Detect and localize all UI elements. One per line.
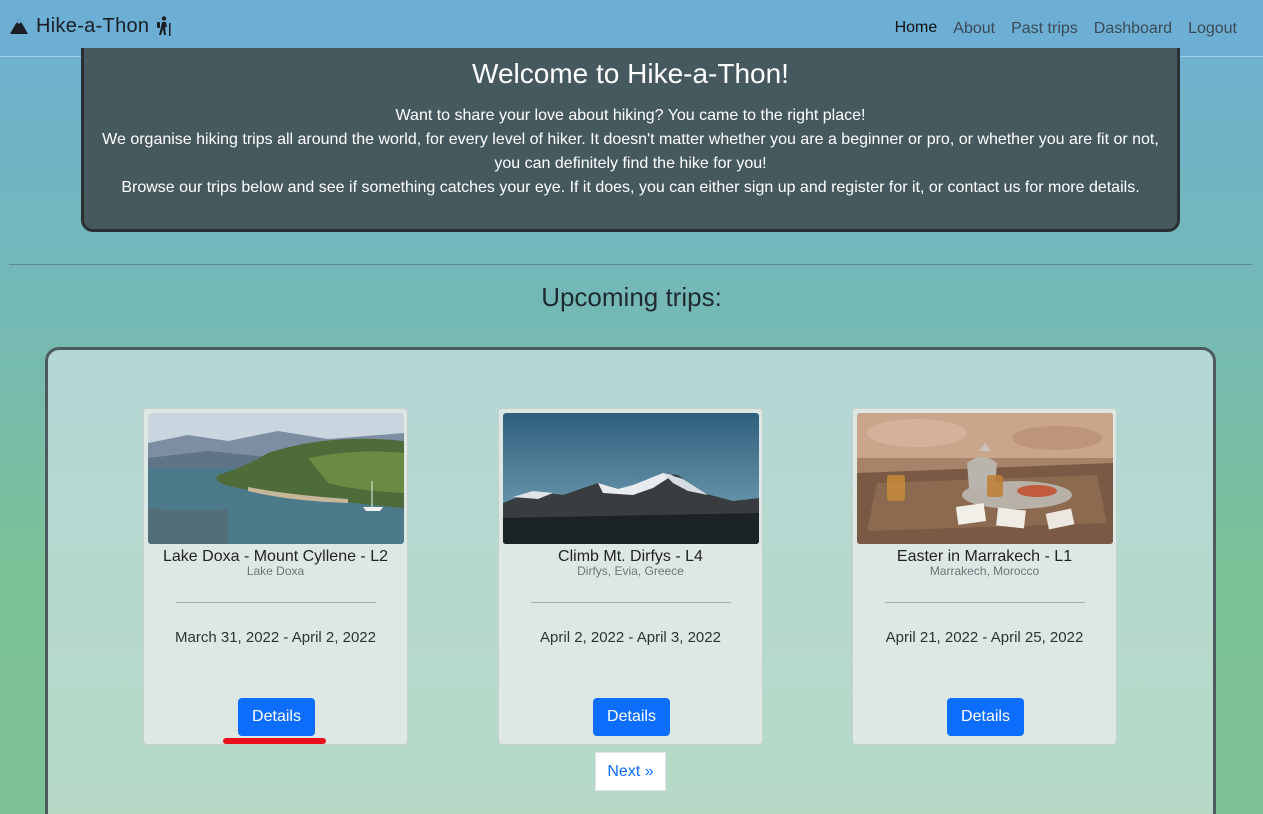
welcome-line-3: Browse our trips below and see if someth… <box>121 179 1140 196</box>
nav-link-about[interactable]: About <box>945 5 1003 53</box>
card-divider <box>531 602 731 603</box>
trip-card: Lake Doxa - Mount Cyllene - L2 Lake Doxa… <box>143 408 408 745</box>
nav-link-dashboard[interactable]: Dashboard <box>1086 5 1180 53</box>
highlight-underline <box>223 738 326 744</box>
welcome-line-2: We organise hiking trips all around the … <box>102 131 1159 172</box>
details-button[interactable]: Details <box>593 698 670 736</box>
trip-dates: March 31, 2022 - April 2, 2022 <box>175 629 376 646</box>
brand-name: Hike-a-Thon <box>36 14 150 37</box>
trip-image-tea-table <box>857 413 1113 544</box>
trip-dates: April 2, 2022 - April 3, 2022 <box>540 629 721 646</box>
section-divider <box>9 264 1252 265</box>
nav-link-home[interactable]: Home <box>886 5 946 53</box>
trip-card: Climb Mt. Dirfys - L4 Dirfys, Evia, Gree… <box>498 408 763 745</box>
trip-image-lake <box>148 413 404 544</box>
nav-link-past-trips[interactable]: Past trips <box>1003 5 1086 53</box>
hiker-icon <box>157 16 171 36</box>
trip-location: Marrakech, Morocco <box>929 564 1040 578</box>
trip-card: Easter in Marrakech - L1 Marrakech, Moro… <box>852 408 1117 745</box>
brand-logo[interactable]: Hike-a-Thon <box>9 12 172 40</box>
welcome-title: Welcome to Hike-a-Thon! <box>472 58 789 89</box>
details-button[interactable]: Details <box>238 698 315 736</box>
card-divider <box>885 602 1085 603</box>
upcoming-trips-heading: Upcoming trips: <box>541 282 722 312</box>
trip-image-mountain <box>503 413 759 544</box>
details-button[interactable]: Details <box>947 698 1024 736</box>
nav-link-logout[interactable]: Logout <box>1180 5 1245 53</box>
mountain-icon <box>10 18 28 34</box>
trip-location: Lake Doxa <box>246 564 305 578</box>
trip-dates: April 21, 2022 - April 25, 2022 <box>885 629 1084 646</box>
welcome-line-1: Want to share your love about hiking? Yo… <box>395 107 866 124</box>
card-divider <box>176 602 376 603</box>
trip-location: Dirfys, Evia, Greece <box>577 564 684 578</box>
welcome-panel: Welcome to Hike-a-Thon! Want to share yo… <box>81 48 1180 232</box>
next-page-button[interactable]: Next » <box>595 752 666 791</box>
